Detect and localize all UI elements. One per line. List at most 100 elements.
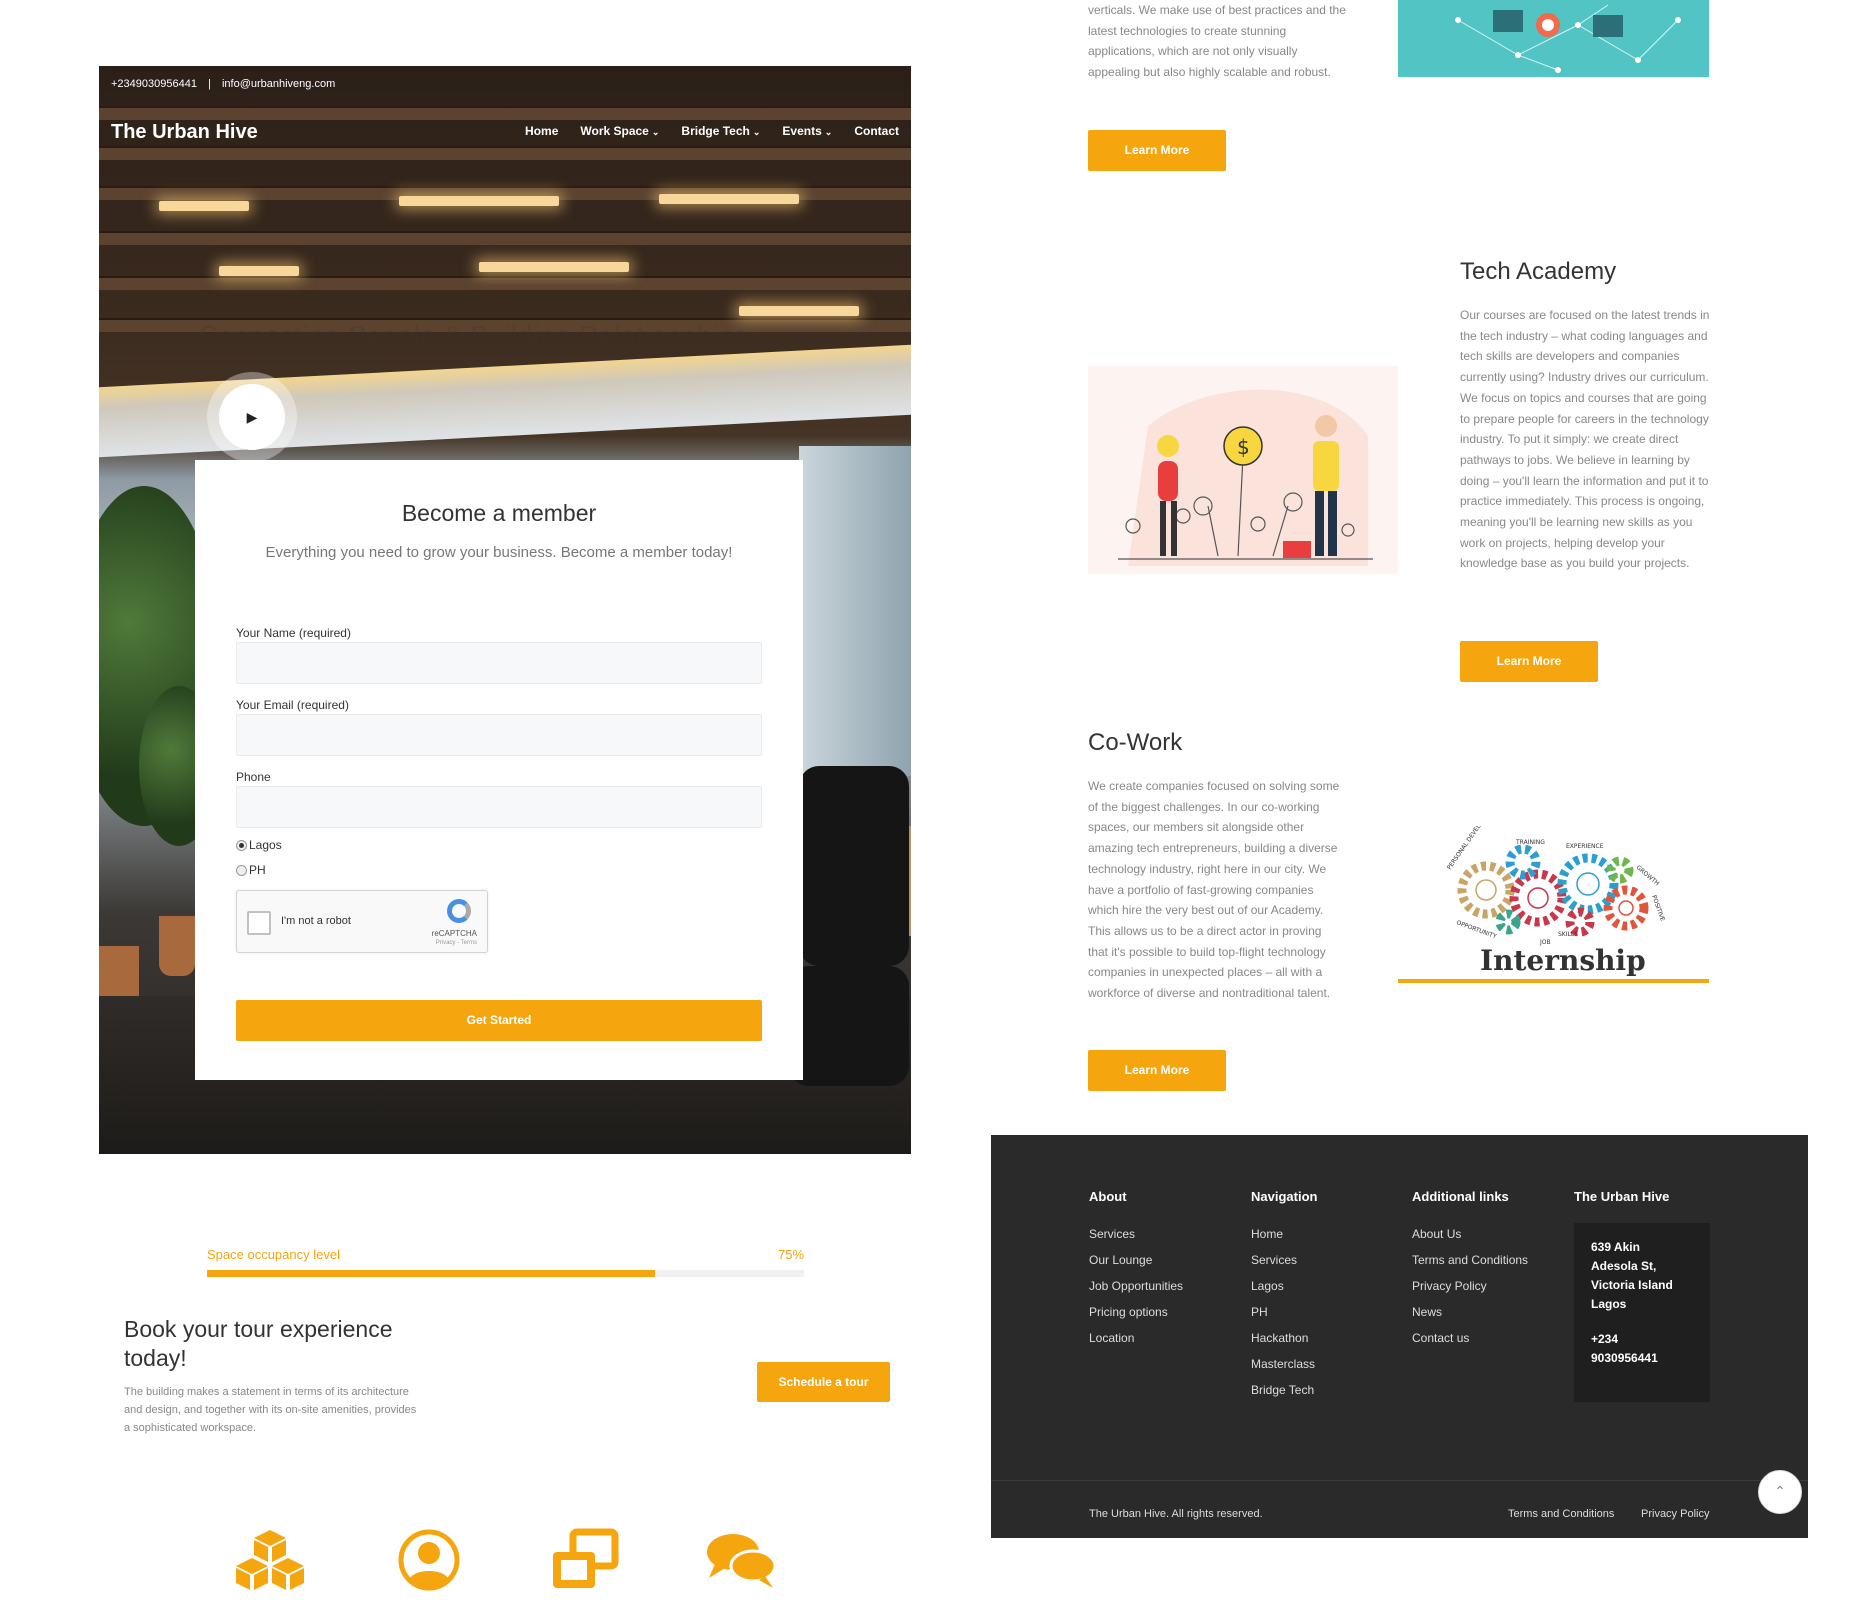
terms-link[interactable]: Terms and Conditions bbox=[1508, 1508, 1614, 1520]
chevron-down-icon: ⌄ bbox=[651, 127, 660, 137]
radio-button[interactable] bbox=[236, 864, 247, 876]
footer-link[interactable]: News bbox=[1412, 1305, 1442, 1319]
occupancy-percent: 75% bbox=[778, 1247, 805, 1262]
contact-phone[interactable]: +2349030956441 bbox=[111, 78, 197, 90]
footer-link[interactable]: About Us bbox=[1412, 1227, 1461, 1241]
office-chair bbox=[799, 766, 909, 966]
cubes-icon bbox=[236, 1530, 304, 1590]
svg-text:$: $ bbox=[1237, 435, 1250, 459]
get-started-button[interactable]: Get Started bbox=[236, 1000, 762, 1041]
phone-field[interactable] bbox=[236, 786, 762, 828]
radio-ph[interactable]: PH bbox=[236, 863, 266, 877]
learn-more-button[interactable]: Learn More bbox=[1088, 1050, 1226, 1091]
footer-link[interactable]: Services bbox=[1251, 1253, 1297, 1267]
footer-about-title: About bbox=[1089, 1189, 1127, 1204]
captcha-checkbox[interactable] bbox=[247, 911, 271, 935]
co-work-description: We create companies focused on solving s… bbox=[1088, 779, 1340, 1001]
nav-home[interactable]: Home bbox=[525, 124, 558, 138]
internship-illustration: PERSONAL DEVELOPMENT TRAINING EXPERIENCE… bbox=[1398, 826, 1709, 984]
growth-illustration: $ bbox=[1118, 389, 1373, 566]
ceiling-slat bbox=[99, 231, 911, 245]
network-illustration bbox=[1455, 4, 1681, 73]
footer-additional-title: Additional links bbox=[1412, 1189, 1509, 1204]
address-line: Adesola St, bbox=[1591, 1259, 1657, 1273]
pot bbox=[159, 916, 195, 976]
gear-word: EXPERIENCE bbox=[1566, 843, 1604, 850]
footer-link[interactable]: Privacy Policy bbox=[1412, 1279, 1487, 1293]
co-work-title: Co-Work bbox=[1088, 729, 1183, 756]
footer-link[interactable]: Our Lounge bbox=[1089, 1253, 1152, 1267]
brand-logo[interactable]: The Urban Hive bbox=[111, 121, 258, 144]
footer-link[interactable]: Services bbox=[1089, 1227, 1135, 1241]
footer-link[interactable]: Job Opportunities bbox=[1089, 1279, 1183, 1293]
radio-lagos[interactable]: Lagos bbox=[236, 838, 282, 852]
occupancy-progress-bar bbox=[207, 1270, 804, 1277]
nav-contact[interactable]: Contact bbox=[854, 124, 899, 138]
footer-link[interactable]: Pricing options bbox=[1089, 1305, 1168, 1319]
form-title: Become a member bbox=[401, 500, 597, 526]
phone-line: +234 bbox=[1591, 1332, 1619, 1346]
ceiling-slat bbox=[99, 276, 911, 290]
ceiling-slat bbox=[99, 146, 911, 160]
contact-email[interactable]: info@urbanhiveng.com bbox=[222, 78, 335, 90]
gear-word: POSITIVE bbox=[1650, 894, 1666, 922]
radio-button-checked[interactable] bbox=[236, 839, 247, 851]
email-label: Your Email (required) bbox=[236, 698, 349, 712]
nav-events[interactable]: Events ⌄ bbox=[782, 124, 832, 138]
video-play-button[interactable]: ▶ bbox=[207, 372, 297, 462]
topbar: +2349030956441 | info@urbanhiveng.com bbox=[111, 78, 343, 90]
name-field[interactable] bbox=[236, 642, 762, 684]
schedule-tour-button[interactable]: Schedule a tour bbox=[757, 1362, 890, 1402]
footer-link[interactable]: Masterclass bbox=[1251, 1357, 1315, 1371]
footer-link[interactable]: Hackathon bbox=[1251, 1331, 1308, 1345]
user-circle-icon bbox=[398, 1529, 460, 1591]
captcha-label: I'm not a robot bbox=[281, 915, 351, 927]
learn-more-button[interactable]: Learn More bbox=[1460, 641, 1598, 682]
footer: About Services Our Lounge Job Opportunit… bbox=[991, 1135, 1808, 1538]
gear-word: GROWTH bbox=[1635, 864, 1661, 887]
address-line: 639 Akin bbox=[1591, 1240, 1640, 1254]
footer-hive-title: The Urban Hive bbox=[1574, 1189, 1670, 1204]
hero-title: Connecting People & Building Relationshi… bbox=[199, 320, 749, 350]
gear-word: TRAINING bbox=[1515, 839, 1545, 846]
play-icon: ▶ bbox=[219, 384, 285, 450]
nav-label: Bridge Tech bbox=[681, 124, 750, 138]
footer-link[interactable]: PH bbox=[1251, 1305, 1268, 1319]
learn-more-button[interactable]: Learn More bbox=[1088, 130, 1226, 171]
footer-link[interactable]: Lagos bbox=[1251, 1279, 1284, 1293]
nav-label: Events bbox=[782, 124, 822, 138]
nav-work-space[interactable]: Work Space ⌄ bbox=[580, 124, 659, 138]
recaptcha-icon bbox=[447, 899, 471, 923]
ceiling-light bbox=[159, 201, 249, 211]
nav-bridge-tech[interactable]: Bridge Tech ⌄ bbox=[681, 124, 760, 138]
scroll-to-top-button[interactable]: ⌃ bbox=[1758, 1470, 1802, 1514]
privacy-link[interactable]: Privacy Policy bbox=[1641, 1508, 1709, 1520]
nav-label: Home bbox=[525, 124, 559, 138]
footer-link[interactable]: Contact us bbox=[1412, 1331, 1469, 1345]
captcha-brand: reCAPTCHA bbox=[431, 929, 477, 938]
nav-label: Work Space bbox=[580, 124, 649, 138]
email-field[interactable] bbox=[236, 714, 762, 756]
chevron-down-icon: ⌄ bbox=[824, 127, 833, 137]
address-box: 639 Akin Adesola St, Victoria Island Lag… bbox=[1574, 1223, 1710, 1402]
hero-section: +2349030956441 | info@urbanhiveng.com Th… bbox=[99, 66, 911, 1154]
footer-link[interactable]: Bridge Tech bbox=[1251, 1383, 1314, 1397]
footer-link[interactable]: Home bbox=[1251, 1227, 1283, 1241]
clone-icon bbox=[553, 1528, 619, 1588]
address-line: Victoria Island bbox=[1591, 1278, 1673, 1292]
footer-link[interactable]: Terms and Conditions bbox=[1412, 1253, 1528, 1267]
main-nav: Home Work Space ⌄ Bridge Tech ⌄ Events ⌄ Co… bbox=[525, 124, 899, 138]
tech-network-illustration bbox=[1398, 0, 1709, 77]
address-line: Lagos bbox=[1591, 1297, 1627, 1311]
tour-description: The building makes a statement in terms … bbox=[124, 1386, 417, 1434]
gear-word: PERSONAL DEVELOPMENT bbox=[1446, 826, 1497, 871]
chevron-up-icon: ⌃ bbox=[1774, 1483, 1786, 1499]
form-subtitle: Everything you need to grow your busines… bbox=[265, 544, 733, 561]
captcha-terms-link[interactable]: Privacy - Terms bbox=[436, 940, 477, 946]
name-label: Your Name (required) bbox=[236, 626, 351, 640]
window bbox=[799, 446, 911, 776]
chat-bubbles-icon bbox=[707, 1534, 777, 1588]
ceiling-light bbox=[659, 194, 799, 204]
footer-link[interactable]: Location bbox=[1089, 1331, 1134, 1345]
footer-navigation-title: Navigation bbox=[1251, 1189, 1318, 1204]
